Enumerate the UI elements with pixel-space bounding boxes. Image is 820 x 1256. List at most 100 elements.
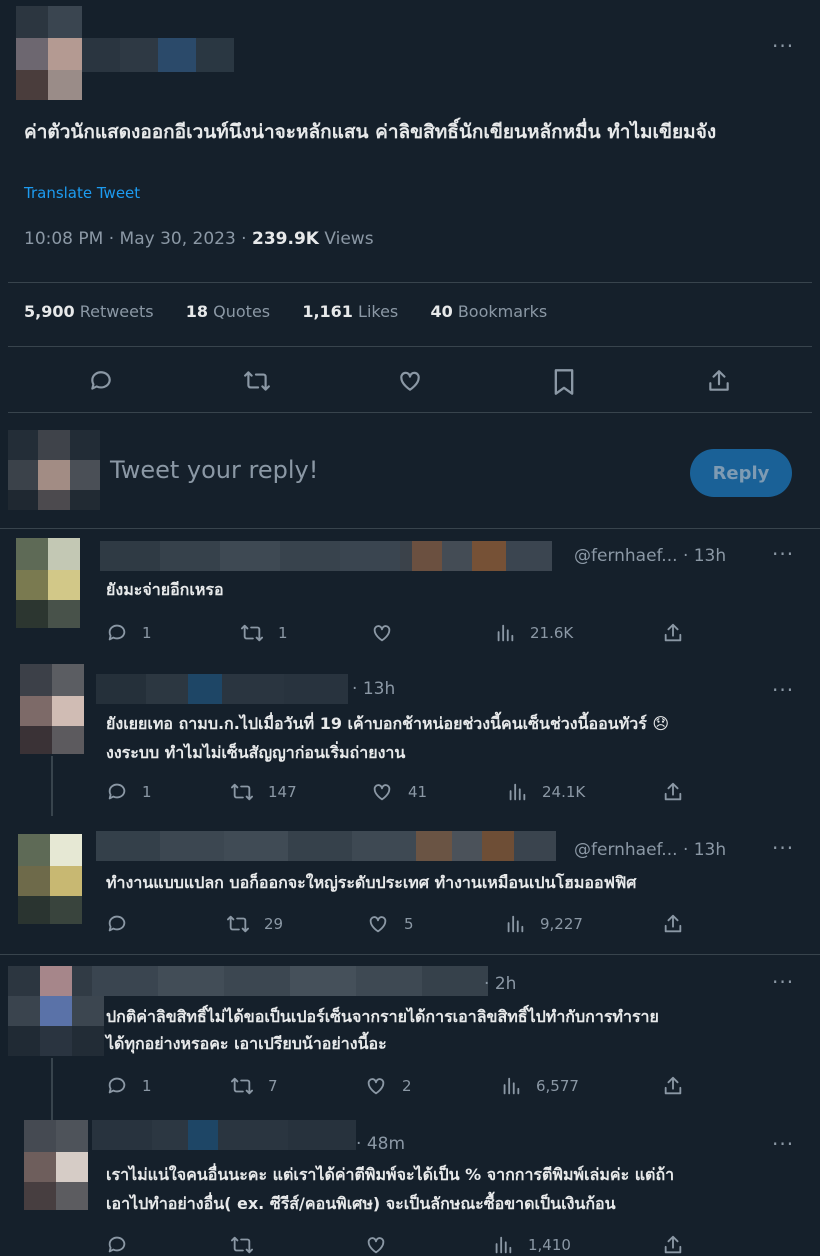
reply-author-blurred[interactable] [96,831,556,861]
like-action[interactable]: 41 [370,781,427,803]
more-icon[interactable]: ··· [772,838,794,858]
reply-time[interactable]: · 13h [683,840,726,860]
quotes-stat[interactable]: 18 Quotes [186,302,270,321]
reply-author-blurred[interactable] [96,674,348,704]
reply-meta: · 13h [352,679,395,699]
retweet-icon [227,915,249,933]
reply-action[interactable]: 1 [106,1075,152,1097]
main-author-name-blurred[interactable] [82,38,234,72]
retweet-icon [231,783,253,801]
reply-time[interactable]: · 13h [683,546,726,566]
bookmark-icon [554,369,574,395]
reply-text: ทำงานแบบแปลก บอก็ออกจะใหญ่ระดับประเทศ ทำ… [106,873,637,892]
quotes-label: Quotes [213,302,271,321]
reply-text-line-1: ปกติค่าลิขสิทธิ์ไม่ได้ขอเป็นเปอร์เซ็นจาก… [106,1007,659,1026]
retweet-action[interactable]: 1 [240,622,288,644]
views-count: 239.9K [252,229,319,249]
like-action[interactable] [364,1234,388,1256]
reply-meta: @fernhaef... · 13h [574,546,726,566]
reply-avatar[interactable] [24,1120,88,1210]
reply-author-blurred[interactable] [92,1120,356,1150]
more-icon[interactable]: ··· [772,1134,794,1154]
retweet-button[interactable] [243,368,271,398]
retweet-action[interactable] [230,1234,254,1256]
bookmarks-stat[interactable]: 40 Bookmarks [430,302,547,321]
more-icon[interactable]: ··· [772,972,794,992]
views-icon [503,1077,520,1095]
like-action[interactable]: 5 [366,913,414,935]
reply-time[interactable]: 13h [363,679,395,699]
thread-line [51,1058,53,1122]
like-action[interactable] [370,622,408,644]
views-count: 21.6K [530,624,574,642]
reply-avatar[interactable] [18,834,82,924]
tweet-stats: 5,900 Retweets 18 Quotes 1,161 Likes 40 … [24,302,547,321]
reply-action[interactable] [106,913,128,935]
reply-icon [108,624,126,641]
retweets-stat[interactable]: 5,900 Retweets [24,302,154,321]
divider [0,954,820,955]
likes-stat[interactable]: 1,161 Likes [302,302,398,321]
like-action[interactable]: 2 [364,1075,412,1097]
composer-reply-button[interactable]: Reply [690,449,792,497]
reply-icon [108,783,126,800]
more-icon[interactable]: ··· [772,544,794,564]
retweets-count: 5,900 [24,302,75,321]
tweet-text: ค่าตัวนักแสดงออกอีเวนท์นึงน่าจะหลักแสน ค… [24,121,717,143]
like-icon [400,371,420,391]
tweet-time[interactable]: 10:08 PM · May 30, 2023 · [24,229,252,249]
reply-action[interactable]: 1 [106,622,152,644]
like-icon [367,1237,385,1254]
retweet-action[interactable]: 29 [226,913,283,935]
reply-handle[interactable]: @fernhaef... [574,840,678,860]
retweet-action[interactable]: 147 [230,781,297,803]
reply-author-blurred[interactable] [100,541,552,571]
share-action[interactable] [662,1234,684,1256]
reply-handle[interactable]: @fernhaef... [574,546,678,566]
reply-icon [91,371,111,390]
main-author-avatar[interactable] [16,6,82,100]
reply-separator: · [356,1134,362,1154]
views-action[interactable]: 6,577 [500,1075,579,1097]
like-button[interactable] [396,368,424,398]
retweet-count: 1 [278,624,288,642]
views-action[interactable]: 9,227 [504,913,583,935]
translate-tweet-link[interactable]: Translate Tweet [24,184,140,202]
share-action[interactable] [662,781,684,803]
reply-action[interactable] [106,1234,128,1256]
reply-input[interactable]: Tweet your reply! [110,456,318,484]
reply-avatar[interactable] [8,966,104,1056]
share-icon [664,1076,682,1095]
reply-text-line-1: เราไม่แน่ใจคนอื่นนะคะ แต่เราได้ค่าตีพิมพ… [106,1165,675,1184]
views-action[interactable]: 21.6K [494,622,573,644]
share-action[interactable] [662,913,684,935]
views-action[interactable]: 24.1K [506,781,585,803]
reply-action[interactable]: 1 [106,781,152,803]
divider [0,528,820,529]
views-count: 9,227 [540,915,583,933]
reply-text-line-2: งงระบบ ทำไมไม่เซ็นสัญญาก่อนเริ่มถ่ายงาน [106,743,406,762]
reply-avatar[interactable] [20,664,84,754]
more-icon[interactable]: ··· [772,36,794,56]
reply-time[interactable]: 2h [495,974,517,994]
like-count: 5 [404,915,414,933]
share-button[interactable] [706,368,732,398]
views-action[interactable]: 1,410 [492,1234,571,1256]
reply-text-line-1: ยังเยยเทอ ถามบ.ก.ไปเมื่อวันที่ 19 เค้าบอ… [106,714,670,733]
reply-avatar[interactable] [16,538,80,628]
share-action[interactable] [662,622,684,644]
reply-button[interactable] [88,368,114,398]
retweets-label: Retweets [79,302,154,321]
divider [8,412,812,413]
likes-label: Likes [358,302,399,321]
reply-author-blurred[interactable] [92,966,488,996]
share-action[interactable] [662,1075,684,1097]
reply-time[interactable]: 48m [367,1134,405,1154]
views-count: 24.1K [542,783,586,801]
more-icon[interactable]: ··· [772,680,794,700]
reply-text: ยังมะจ่ายอีกเหรอ [106,580,224,599]
share-icon [664,914,682,933]
retweet-action[interactable]: 7 [230,1075,278,1097]
bookmark-button[interactable] [552,368,576,400]
retweet-count: 29 [264,915,284,933]
